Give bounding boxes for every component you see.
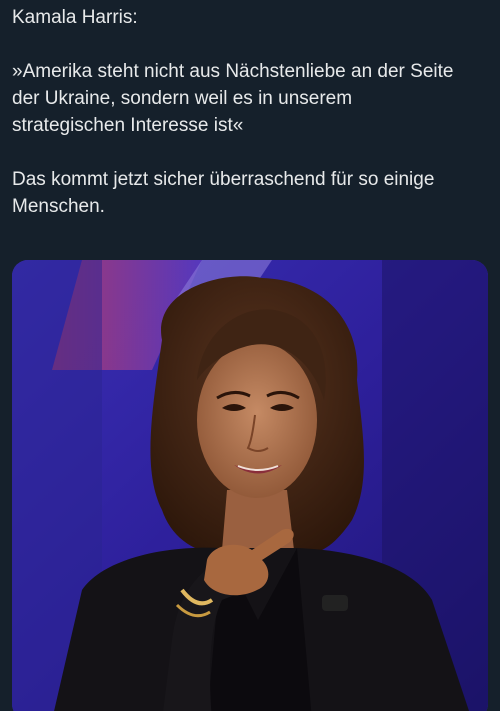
- tweet-line-comment-2: Menschen.: [12, 196, 105, 217]
- tweet-line-author: Kamala Harris:: [12, 7, 138, 28]
- tweet-line-quote-1: »Amerika steht nicht aus Nächstenliebe a…: [12, 61, 454, 82]
- tweet-card: Kamala Harris: »Amerika steht nicht aus …: [0, 0, 500, 711]
- tweet-text: Kamala Harris: »Amerika steht nicht aus …: [12, 4, 488, 220]
- woman-pointing-photo: [12, 260, 488, 711]
- tweet-line-quote-3: strategischen Interesse ist«: [12, 115, 244, 136]
- tweet-photo[interactable]: [12, 260, 488, 711]
- tweet-line-quote-2: der Ukraine, sondern weil es in unserem: [12, 88, 353, 109]
- tweet-line-comment-1: Das kommt jetzt sicher überraschend für …: [12, 169, 435, 190]
